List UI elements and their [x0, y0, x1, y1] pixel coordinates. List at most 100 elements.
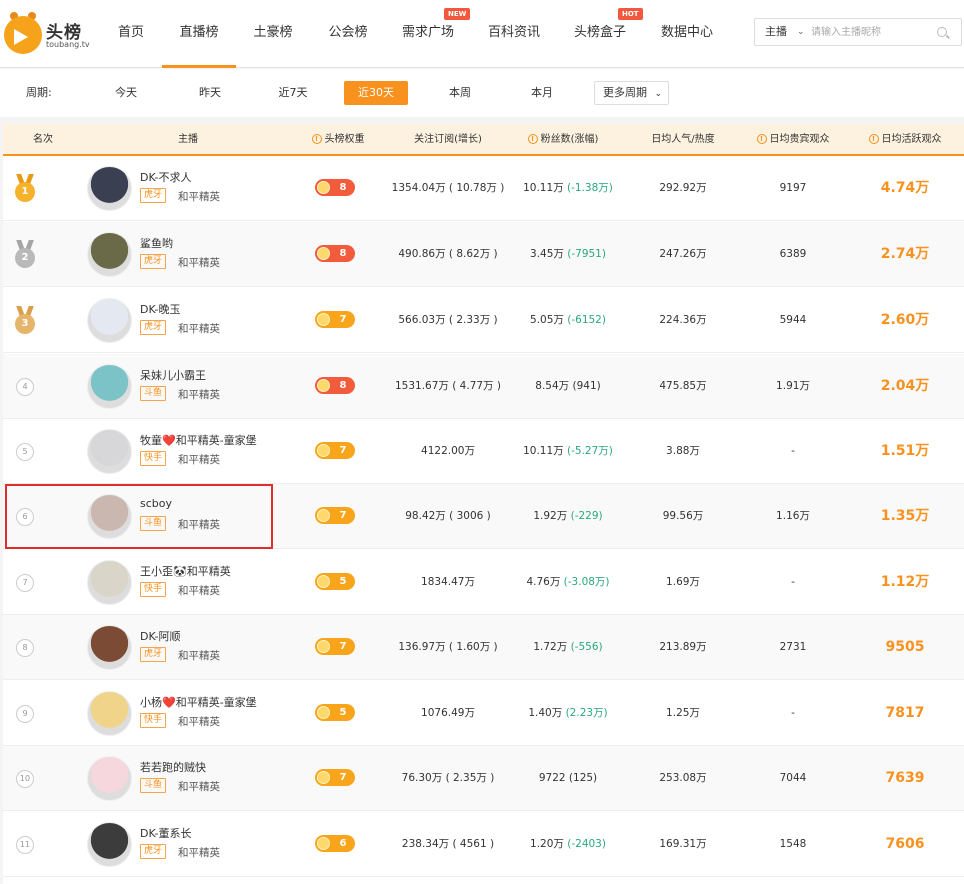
popularity-value: 99.56万	[662, 510, 704, 522]
platform-tag: 虎牙	[140, 647, 167, 662]
vip-viewers: -	[791, 445, 795, 457]
chevron-down-icon[interactable]: ⌄	[797, 19, 805, 45]
period-30days[interactable]: 近30天	[344, 81, 408, 105]
avatar[interactable]	[87, 364, 132, 409]
popularity-value: 247.26万	[659, 248, 707, 260]
avatar[interactable]	[87, 625, 132, 670]
avatar[interactable]	[87, 756, 132, 801]
header-fans[interactable]: ! 粉丝数(涨幅)	[513, 124, 613, 156]
avatar[interactable]	[87, 232, 132, 277]
weight-badge: 7	[315, 442, 355, 459]
coin-icon	[317, 379, 330, 392]
coin-icon	[317, 640, 330, 653]
period-today[interactable]: 今天	[100, 81, 152, 105]
header-popularity: 日均人气/热度	[651, 134, 715, 145]
coin-icon	[317, 509, 330, 522]
header-rank: 名次	[33, 134, 53, 145]
game-label: 和平精英	[178, 191, 220, 203]
active-viewers: 2.60万	[880, 312, 930, 328]
avatar[interactable]	[87, 429, 132, 474]
streamer-name[interactable]: 若若跑的贼快	[140, 759, 206, 775]
weight-badge: 8	[315, 245, 355, 262]
header-vip[interactable]: ! 日均贵宾观众	[743, 124, 843, 156]
platform-tag: 快手	[140, 582, 167, 597]
game-label: 和平精英	[178, 585, 220, 597]
fans-count: 1.20万 (-2403)	[530, 838, 606, 850]
popularity-value: 253.08万	[659, 772, 707, 784]
fans-change: (125)	[568, 772, 598, 784]
streamer-name[interactable]: DK-阿顺	[140, 628, 181, 644]
period-yesterday[interactable]: 昨天	[184, 81, 236, 105]
streamer-name[interactable]: DK-晚玉	[140, 301, 181, 317]
game-label: 和平精英	[178, 781, 220, 793]
weight-badge: 5	[315, 573, 355, 590]
new-badge: NEW	[444, 8, 471, 20]
rank-number: 5	[16, 443, 34, 461]
selection-highlight-box	[5, 484, 273, 549]
active-viewers: 1.51万	[880, 443, 930, 459]
period-this-week[interactable]: 本周	[434, 81, 486, 105]
active-viewers: 2.04万	[880, 378, 930, 394]
popularity-value: 213.89万	[659, 641, 707, 653]
platform-tag: 虎牙	[140, 188, 167, 203]
avatar[interactable]	[87, 298, 132, 343]
nav-wiki-news[interactable]: 百科资讯	[482, 0, 546, 68]
site-logo[interactable]: 头榜 toubang.tv	[4, 12, 90, 56]
streamer-name[interactable]: 牧童❤️和平精英-童家堡	[140, 432, 257, 448]
platform-tag: 虎牙	[140, 320, 167, 335]
period-this-month[interactable]: 本月	[516, 81, 568, 105]
table-row[interactable]: 7 王小歪🐼和平精英 快手 和平精英 5 1834.47万 4.76万 (-3.…	[3, 550, 964, 615]
game-label: 和平精英	[178, 389, 220, 401]
fans-change: (2.23万)	[565, 707, 608, 719]
avatar[interactable]	[87, 691, 132, 736]
search-icon[interactable]	[937, 27, 947, 37]
fans-change: (-556)	[570, 641, 603, 653]
table-row[interactable]: 8 DK-阿顺 虎牙 和平精英 7 136.97万 ( 1.60万 ) 1.72…	[3, 615, 964, 680]
nav-data-center[interactable]: 数据中心	[654, 0, 720, 68]
header-follow: 关注订阅(增长)	[414, 134, 482, 145]
platform-tag: 斗鱼	[140, 778, 167, 793]
nav-tycoon-rank[interactable]: 土豪榜	[246, 0, 300, 68]
avatar[interactable]	[87, 822, 132, 867]
avatar[interactable]	[87, 166, 132, 211]
streamer-name[interactable]: 鲨鱼哟	[140, 235, 173, 251]
coin-icon	[317, 313, 330, 326]
fans-change: (-6152)	[567, 314, 606, 326]
fans-count: 9722 (125)	[538, 772, 598, 784]
table-row[interactable]: 2 鲨鱼哟 虎牙 和平精英 8 490.86万 ( 8.62万 ) 3.45万 …	[3, 222, 964, 287]
avatar[interactable]	[87, 560, 132, 605]
period-7days[interactable]: 近7天	[266, 81, 320, 105]
streamer-name[interactable]: 呆妹儿小霸王	[140, 367, 206, 383]
fans-count: 1.40万 (2.23万)	[528, 707, 608, 719]
header-active[interactable]: ! 日均活跃观众	[853, 124, 957, 156]
weight-badge: 7	[315, 769, 355, 786]
follow-count: 238.34万 ( 4561 )	[401, 838, 495, 850]
streamer-name[interactable]: 小杨❤️和平精英-童家堡	[140, 694, 257, 710]
table-row[interactable]: 1 DK-不求人 虎牙 和平精英 8 1354.04万 ( 10.78万 ) 1…	[3, 156, 964, 221]
nav-home[interactable]: 首页	[110, 0, 152, 68]
more-periods-dropdown[interactable]: 更多周期 ⌄	[594, 81, 669, 105]
table-row[interactable]: 3 DK-晚玉 虎牙 和平精英 7 566.03万 ( 2.33万 ) 5.05…	[3, 288, 964, 353]
vip-viewers: 2731	[779, 641, 807, 653]
table-row[interactable]: 9 小杨❤️和平精英-童家堡 快手 和平精英 5 1076.49万 1.40万 …	[3, 681, 964, 746]
table-row[interactable]: 11 DK-董系长 虎牙 和平精英 6 238.34万 ( 4561 ) 1.2…	[3, 812, 964, 877]
table-row[interactable]: 5 牧童❤️和平精英-童家堡 快手 和平精英 7 4122.00万 10.11万…	[3, 419, 964, 484]
rank-number: 11	[16, 836, 34, 854]
platform-tag: 虎牙	[140, 844, 167, 859]
streamer-name[interactable]: 王小歪🐼和平精英	[140, 563, 231, 579]
header-weight[interactable]: ! 头榜权重	[293, 124, 383, 156]
nav-live-rank[interactable]: 直播榜	[162, 0, 236, 68]
table-row[interactable]: 4 呆妹儿小霸王 斗鱼 和平精英 8 1531.67万 ( 4.77万 ) 8.…	[3, 354, 964, 419]
search-type-select[interactable]: 主播	[765, 19, 787, 45]
rank-number: 8	[16, 639, 34, 657]
game-label: 和平精英	[178, 323, 220, 335]
streamer-name[interactable]: DK-董系长	[140, 825, 192, 841]
vip-viewers: 1.16万	[776, 510, 810, 522]
nav-guild-rank[interactable]: 公会榜	[320, 0, 376, 68]
header-streamer: 主播	[178, 134, 198, 145]
table-row[interactable]: 10 若若跑的贼快 斗鱼 和平精英 7 76.30万 ( 2.35万 ) 972…	[3, 746, 964, 811]
search-input[interactable]	[811, 23, 931, 41]
platform-tag: 快手	[140, 713, 167, 728]
popularity-value: 475.85万	[659, 380, 707, 392]
streamer-name[interactable]: DK-不求人	[140, 169, 192, 185]
